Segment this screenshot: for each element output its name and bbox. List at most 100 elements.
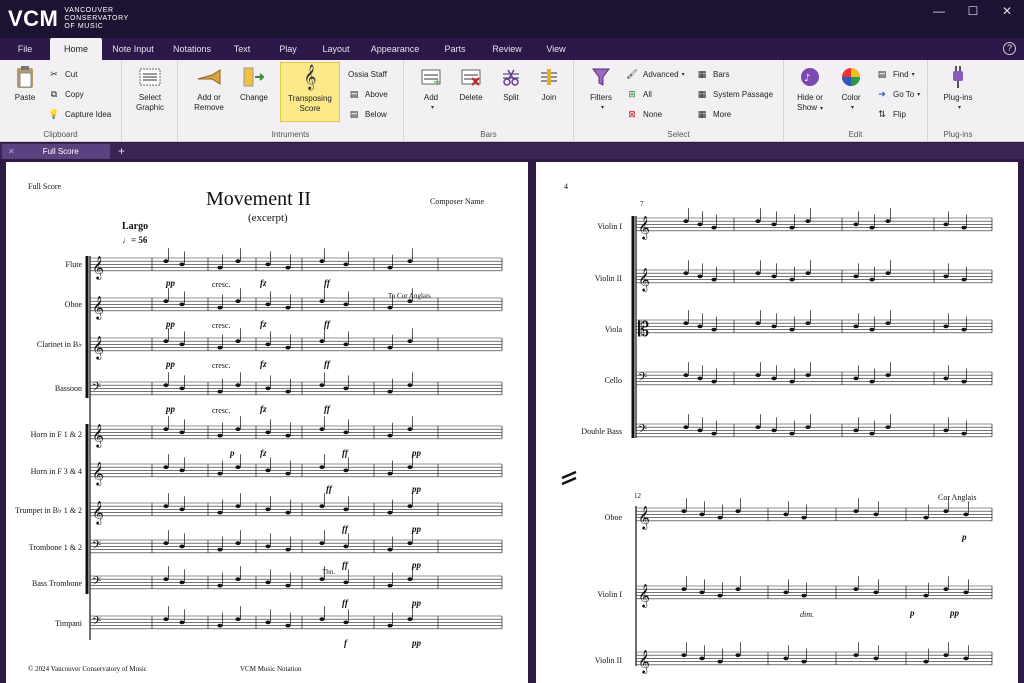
notehead [943,587,949,592]
ossia-below-button[interactable]: ▤ Below [348,107,387,121]
select-all-button[interactable]: ⊞ All [626,87,652,101]
advanced-select-button[interactable]: 🖌 Advanced ▾ [626,67,684,81]
more-icon: ▦ [697,108,707,119]
goto-button[interactable]: ➜ Go To ▾ [876,87,920,101]
graphic-group: Select Graphic [122,60,178,142]
notehead [387,433,393,438]
find-icon: ▤ [877,68,887,79]
notehead [163,383,169,388]
plugins-button[interactable]: Plug-ins ▾ [940,64,976,113]
notehead [319,339,325,344]
tab-parts[interactable]: Parts [430,38,480,60]
notehead [265,342,271,347]
color-wheel-icon [838,64,864,90]
notehead [805,271,811,276]
score-page-left[interactable]: Full Score Movement II (excerpt) Compose… [6,162,528,683]
minimize-button[interactable]: — [922,0,956,22]
add-bar-button[interactable]: + Add ▾ [414,64,448,113]
paste-button[interactable]: Paste [8,64,42,103]
score-page-right[interactable]: 4 7 Violin I Violin II Viola Cello Doubl… [536,162,1018,683]
notehead [699,512,705,517]
notehead [387,623,393,628]
tab-text[interactable]: Text [220,38,264,60]
add-remove-button[interactable]: Add or Remove [188,64,230,113]
select-graphic-button[interactable]: Select Graphic [130,64,170,113]
notehead [789,277,795,282]
footer-text: VCM Music Notation [240,665,302,673]
notehead [853,428,859,433]
find-button[interactable]: ▤ Find ▾ [876,67,915,81]
edit-label: Edit [848,130,863,139]
ribbon: Paste ✂ Cut ⧉ Copy 💡 Capture Idea Clipboard… [0,60,1024,142]
dynamic-pp: pp [166,359,175,369]
tab-file[interactable]: File [0,38,50,60]
tab-full-score[interactable]: ✕ Full Score [2,144,110,159]
tab-play[interactable]: Play [264,38,312,60]
notehead [407,541,413,546]
flip-button[interactable]: ⇅ Flip [876,107,906,121]
tab-appearance[interactable]: Appearance [360,38,430,60]
select-more-button[interactable]: ▦ More [696,107,732,121]
notehead [923,659,929,664]
notehead [235,465,241,470]
delete-bar-button[interactable]: Delete [454,64,488,103]
tab-home[interactable]: Home [50,38,102,60]
close-button[interactable]: ✕ [990,0,1024,22]
ossia-above-button[interactable]: ▤ Above [348,87,388,101]
ossia-staff-button[interactable]: Ossia Staff [348,67,387,81]
treble-clef-glyph: 𝄞 [92,461,104,486]
split-bar-button[interactable]: Split [494,64,528,103]
color-button[interactable]: Color ▾ [834,64,868,113]
help-icon[interactable]: ? [1003,42,1016,55]
plug-icon [945,64,971,90]
treble-clef-glyph: 𝄞 [638,505,650,530]
right-staff-system: 𝄞 𝄞 𝄡 𝄢 𝄢 𝄞 𝄞 𝄞 [561,208,993,674]
hide-show-button[interactable]: ♪ Hide or Show ▾ [790,64,830,114]
thn-text: Thn. [322,568,336,576]
dynamic-ff: ff [326,484,332,494]
notehead [943,324,949,329]
cut-button[interactable]: ✂ Cut [48,67,77,81]
copy-button[interactable]: ⧉ Copy [48,87,84,101]
notehead [387,510,393,515]
notehead [771,428,777,433]
notehead [735,653,741,658]
select-none-button[interactable]: ⊠ None [626,107,662,121]
tab-review[interactable]: Review [480,38,534,60]
notehead [235,383,241,388]
notehead [869,327,875,332]
add-bar-icon: + [418,64,444,90]
svg-text:+: + [433,77,441,88]
capture-idea-button[interactable]: 💡 Capture Idea [48,107,111,121]
notehead [319,465,325,470]
transposing-score-button[interactable]: 𝄞 Transposing Score [280,62,340,122]
select-bars-button[interactable]: ▦ Bars [696,67,730,81]
notehead [869,277,875,282]
add-tab-button[interactable]: + [118,144,125,158]
clipboard-group: Paste ✂ Cut ⧉ Copy 💡 Capture Idea Clipboard [0,60,122,142]
dynamic-ff: ff [342,524,348,534]
tab-note-input[interactable]: Note Input [102,38,164,60]
notehead [407,383,413,388]
notehead [789,431,795,436]
join-icon [536,64,562,90]
notehead [285,583,291,588]
dynamic-f: f [344,638,347,648]
logo-text: VANCOUVER CONSERVATORY OF MUSIC [64,7,129,30]
join-bar-button[interactable]: Join [532,64,566,103]
notehead [771,274,777,279]
filters-button[interactable]: Filters ▾ [584,64,618,113]
tab-view[interactable]: View [534,38,578,60]
tab-notations[interactable]: Notations [164,38,220,60]
notehead [319,577,325,582]
copyright-text: © 2024 Vancouver Conservatory of Music [28,665,147,673]
notehead [407,259,413,264]
maximize-button[interactable]: ☐ [956,0,990,22]
document-tab-bar: ✕ Full Score + [0,143,1024,159]
change-instrument-button[interactable]: Change [234,64,274,103]
close-tab-icon[interactable]: ✕ [8,147,15,156]
system-passage-button[interactable]: ▦ System Passage [696,87,773,101]
tab-layout[interactable]: Layout [312,38,360,60]
notehead [681,653,687,658]
notehead [789,327,795,332]
